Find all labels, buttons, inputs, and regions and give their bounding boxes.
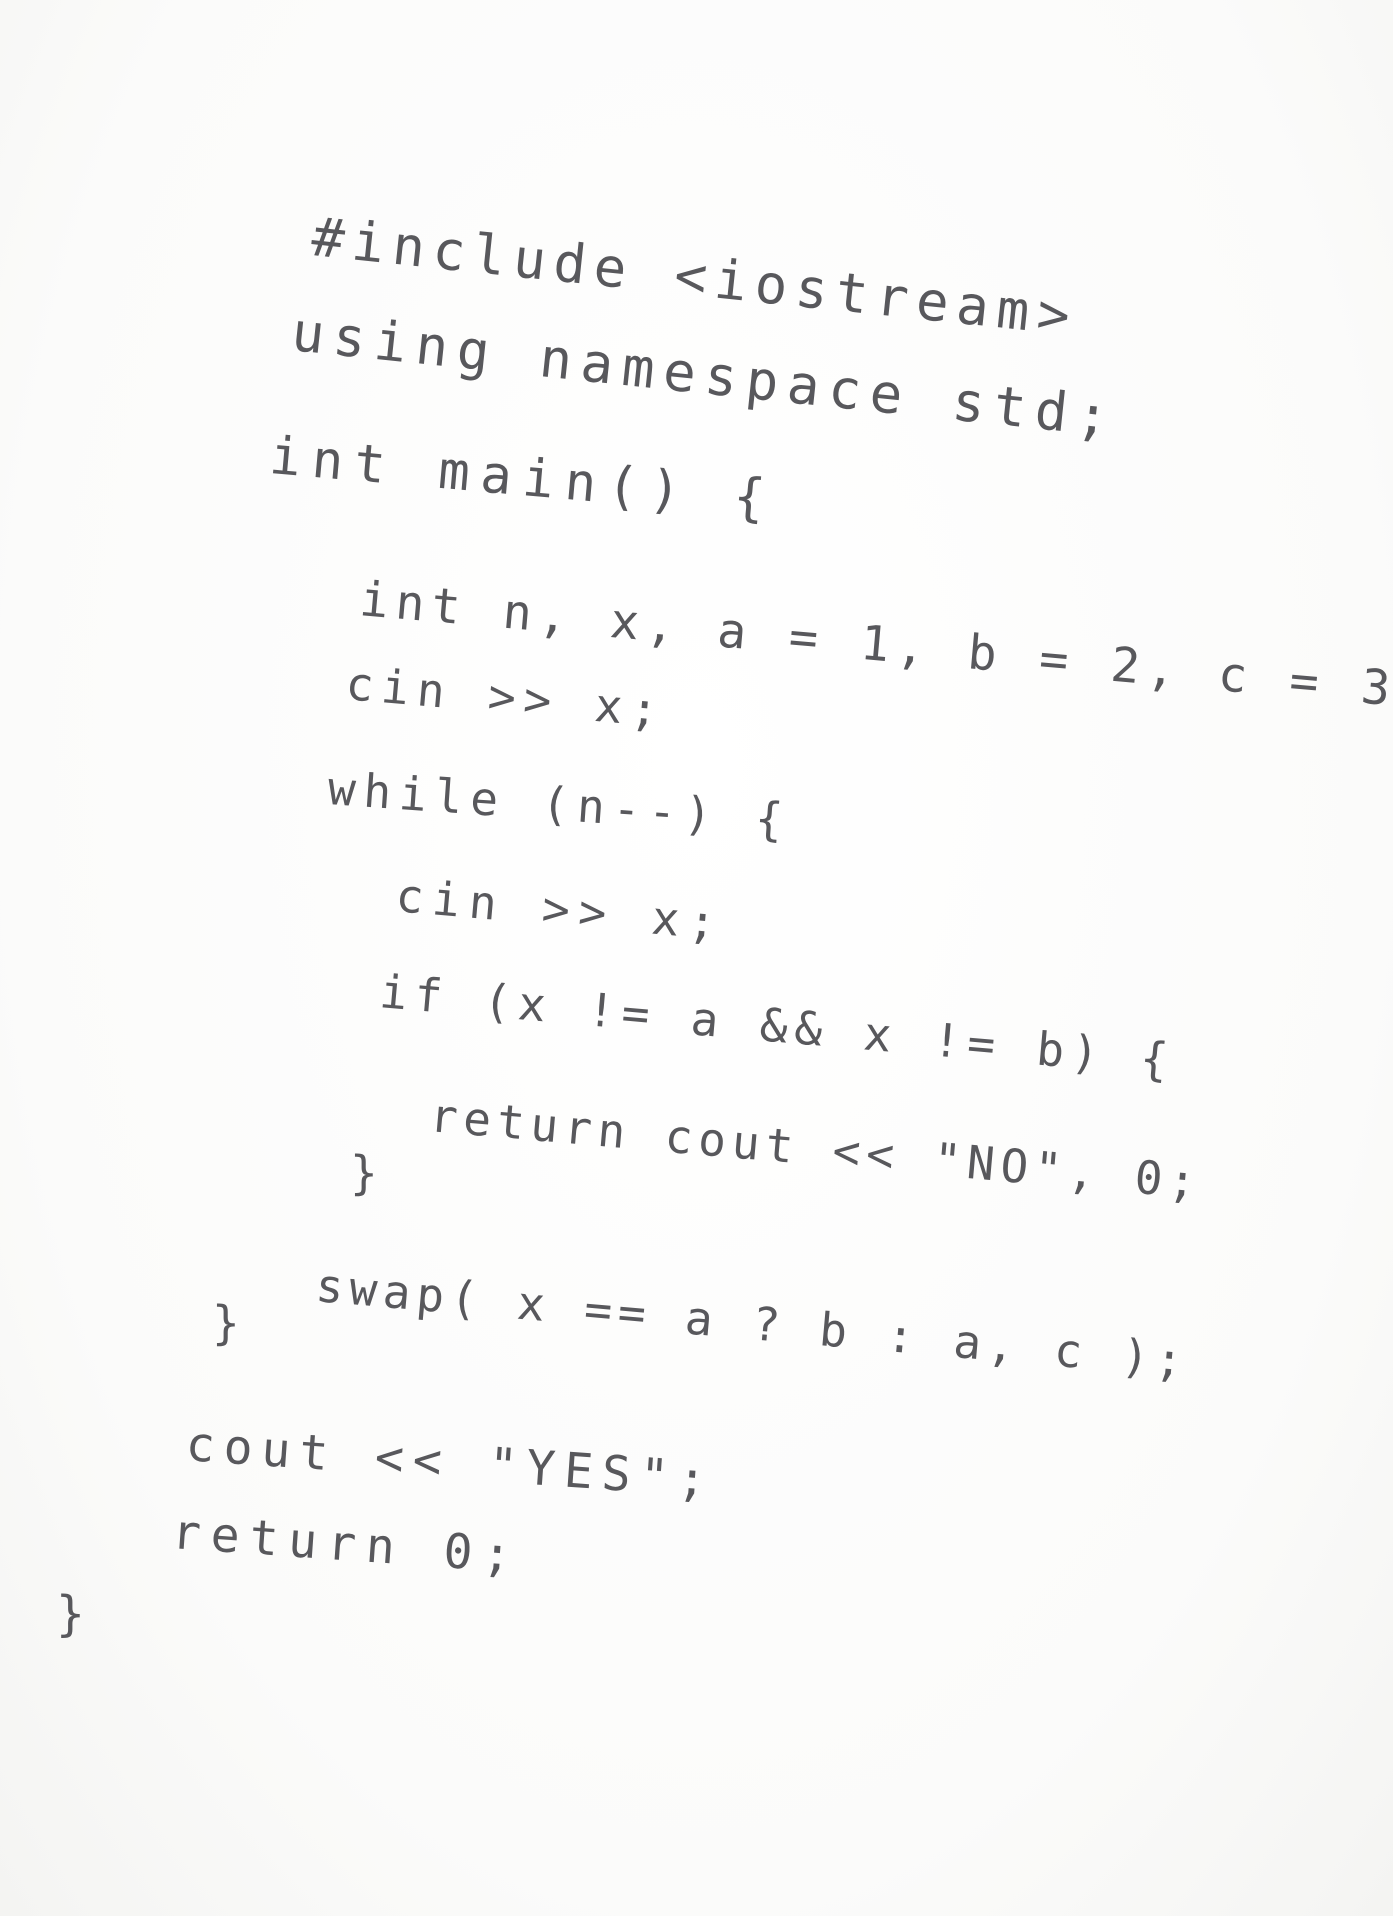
paper-sheet: #include <iostream> using namespace std;… [0,0,1393,1916]
code-line-close-while: } [212,1296,240,1350]
code-line-int-main: int main() { [267,426,779,531]
code-line-return-zero: return 0; [170,1504,524,1585]
code-line-cin-1: cin >> x; [343,656,669,738]
code-line-cin-2: cin >> x; [393,868,728,951]
code-line-close-main: } [56,1586,85,1642]
code-line-while: while (n--) { [326,761,793,848]
code-line-close-if: } [350,1146,378,1200]
code-line-swap: swap( x == a ? b : a, c ); [313,1258,1192,1389]
code-line-if: if (x != a && x != b) { [377,964,1178,1088]
code-line-cout-yes: cout << "YES"; [184,1416,718,1509]
code-line-return-no: return cout << "NO", 0; [427,1088,1205,1210]
